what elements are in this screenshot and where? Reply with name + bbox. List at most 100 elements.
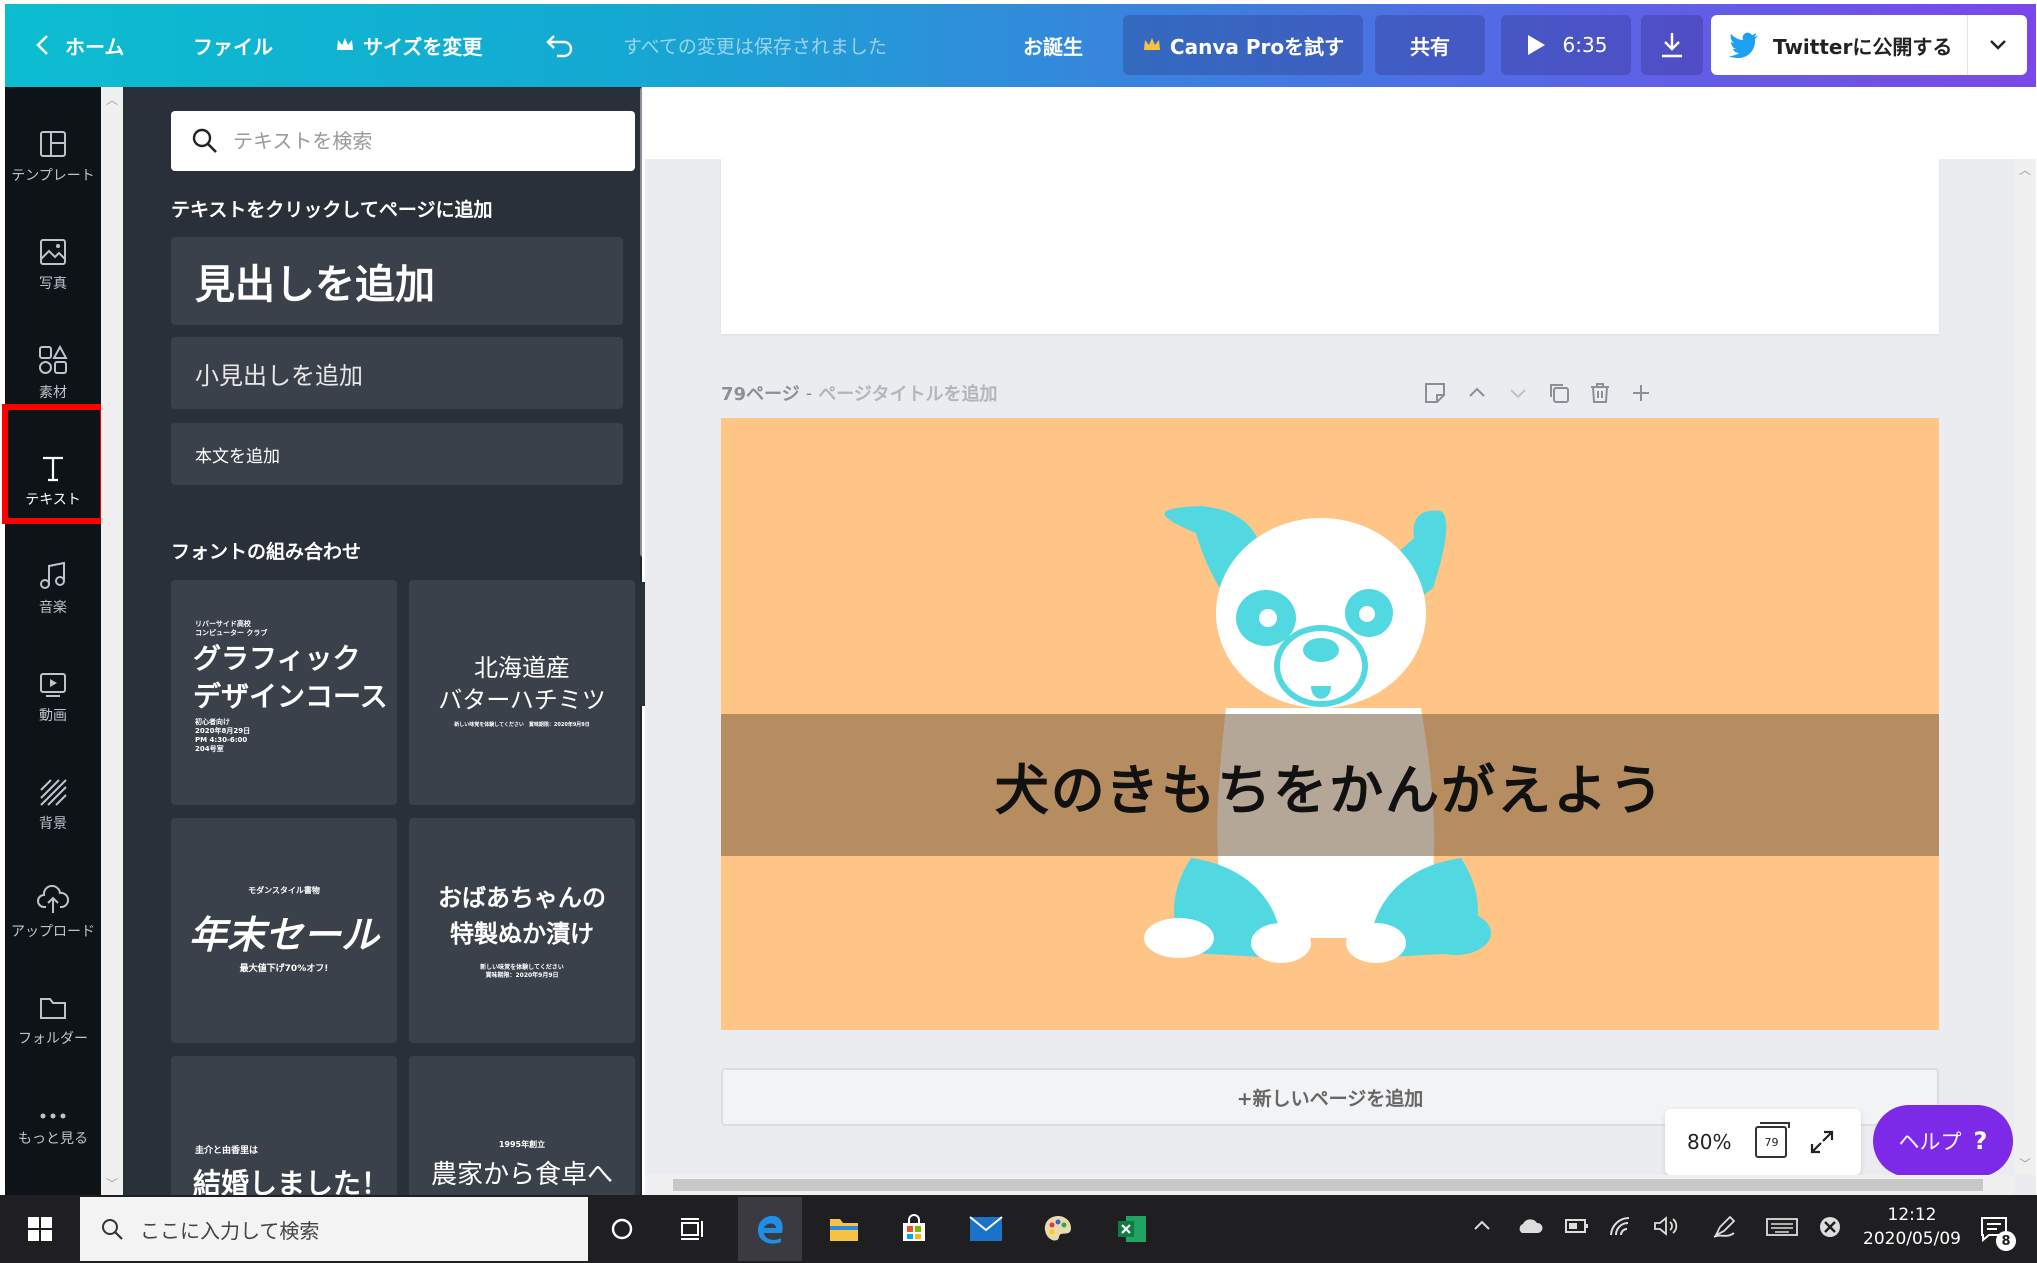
help-label: ヘルプ — [1898, 1130, 1962, 1154]
combo-main-text: 北海道産 バターハチミツ — [438, 654, 606, 714]
font-combo-graphic-design[interactable]: リバーサイド高校 コンピューター クラブ グラフィック デザインコース 初心者向… — [171, 580, 397, 805]
previous-page[interactable] — [721, 159, 1939, 334]
rail-scrollbar[interactable]: ︿ ﹀ — [101, 87, 123, 1195]
canvas-title-text[interactable]: 犬のきもちをかんがえよう — [721, 714, 1939, 856]
music-icon — [40, 561, 65, 589]
panel-scrollbar-thumb[interactable] — [640, 87, 642, 557]
add-body-text-button[interactable]: 本文を追加 — [171, 423, 623, 485]
rail-item-audio[interactable]: 音楽 — [5, 537, 101, 641]
rail-item-photos[interactable]: 写真 — [5, 213, 101, 317]
taskbar-excel[interactable] — [1108, 1205, 1156, 1253]
page-grid-icon[interactable]: 79 — [1755, 1122, 1791, 1158]
resize-label: サイズを変更 — [363, 34, 483, 59]
help-button[interactable]: ヘルプ ? — [1873, 1105, 2013, 1177]
chevron-up-icon[interactable] — [1465, 381, 1489, 405]
combo-main-text: 結婚しました！ — [193, 1167, 390, 1195]
rail-item-uploads[interactable]: アップロード — [5, 861, 101, 965]
undo-button[interactable] — [545, 15, 575, 75]
add-heading-button[interactable]: 見出しを追加 — [171, 237, 623, 325]
text-search-input[interactable] — [233, 129, 613, 153]
present-button[interactable]: 6:35 — [1501, 15, 1631, 75]
rail-item-more[interactable]: もっと見る — [5, 1077, 101, 1181]
try-pro-button[interactable]: Canva Proを試す — [1123, 15, 1363, 75]
download-button[interactable] — [1641, 15, 1703, 75]
font-combo-hokkaido-honey[interactable]: 北海道産 バターハチミツ 新しい味覚を体験してください 賞味期限：2020年9月… — [409, 580, 635, 805]
page-title-input[interactable]: ページタイトルを追加 — [818, 380, 997, 406]
play-time: 6:35 — [1562, 33, 1608, 57]
rail-label: 背景 — [39, 816, 67, 832]
share-button[interactable]: 共有 — [1375, 15, 1485, 75]
combo-small-text: 新しい味覚を体験してください 賞味期限：2020年9月9日 — [454, 722, 590, 728]
font-combo-year-end-sale[interactable]: モダンスタイル書物 年末セール 最大値下げ70%オフ! — [171, 818, 397, 1043]
play-icon — [1527, 35, 1545, 55]
search-icon — [192, 128, 217, 153]
design-name[interactable]: お誕生 — [1023, 15, 1083, 75]
combo-main-text: グラフィック デザインコース — [193, 642, 388, 713]
scroll-down-arrow-icon[interactable]: ﹀ — [106, 1175, 118, 1192]
scroll-up-arrow-icon[interactable]: ︿ — [106, 91, 118, 108]
volume-icon[interactable] — [1652, 1215, 1678, 1237]
font-combo-married[interactable]: 圭介と由香里は 結婚しました！ — [171, 1056, 397, 1195]
store-bag-icon — [903, 1214, 925, 1241]
cloud-upload-icon — [37, 885, 69, 913]
taskbar-search-box[interactable]: ここに入力して検索 — [80, 1197, 588, 1261]
home-button[interactable]: ホーム — [33, 15, 124, 75]
tray-chevron-up-icon[interactable] — [1472, 1217, 1492, 1233]
onedrive-cloud-icon[interactable] — [1516, 1217, 1544, 1235]
editor-canvas-area: 79ページ - ページタイトルを追加 犬のきもちをかんがえよう +新しいページを… — [645, 87, 2036, 1195]
rail-item-templates[interactable]: テンプレート — [5, 105, 101, 209]
rail-item-background[interactable]: 背景 — [5, 753, 101, 857]
battery-icon[interactable] — [1564, 1217, 1590, 1235]
font-combo-grandma-pickles[interactable]: おばあちゃんの 特製ぬか漬け 新しい味覚を体験してください 賞味期限：2020年… — [409, 818, 635, 1043]
editor-vertical-scrollbar[interactable]: ︿ ﹀ — [2014, 159, 2036, 1175]
shapes-icon — [39, 344, 68, 374]
note-icon[interactable] — [1423, 381, 1447, 405]
taskbar-paint[interactable] — [1034, 1205, 1082, 1253]
cortana-button[interactable] — [598, 1205, 646, 1253]
taskbar-edge[interactable] — [738, 1197, 802, 1261]
scroll-up-arrow-icon[interactable]: ︿ — [2019, 161, 2031, 178]
notification-center-button[interactable]: 8 — [1970, 1205, 2018, 1253]
keyboard-icon[interactable] — [1766, 1217, 1798, 1237]
rail-label: 動画 — [39, 708, 67, 724]
rail-item-video[interactable]: 動画 — [5, 645, 101, 749]
windows-start-button[interactable] — [16, 1205, 64, 1253]
system-clock[interactable]: 12:12 2020/05/09 — [1852, 1203, 1972, 1251]
add-page-icon[interactable] — [1629, 381, 1653, 405]
taskbar-mail[interactable] — [962, 1205, 1010, 1253]
add-subheading-button[interactable]: 小見出しを追加 — [171, 337, 623, 409]
question-icon: ? — [1973, 1127, 1988, 1155]
combo-small-text: 最大値下げ70%オフ! — [239, 964, 329, 974]
rail-label: 素材 — [39, 385, 67, 401]
combo-small-text: 1995年創立 — [498, 1140, 546, 1149]
resize-button[interactable]: サイズを変更 — [335, 15, 482, 75]
duplicate-page-icon[interactable] — [1547, 381, 1571, 405]
font-combo-farm-to-table[interactable]: 1995年創立 農家から食卓へ — [409, 1056, 635, 1195]
rail-item-folders[interactable]: フォルダー — [5, 969, 101, 1073]
taskbar-store[interactable] — [890, 1205, 938, 1253]
trash-icon[interactable] — [1588, 381, 1612, 405]
zoom-level[interactable]: 80% — [1687, 1130, 1731, 1154]
wifi-icon[interactable] — [1608, 1215, 1634, 1237]
folder-icon — [830, 1219, 858, 1241]
taskbar-explorer[interactable] — [820, 1205, 868, 1253]
task-view-button[interactable] — [668, 1205, 716, 1253]
fullscreen-icon[interactable] — [1809, 1129, 1835, 1155]
file-menu[interactable]: ファイル — [193, 15, 273, 75]
design-page[interactable]: 犬のきもちをかんがえよう — [721, 418, 1939, 1030]
background-icon — [40, 779, 67, 806]
text-tab-highlight — [2, 404, 106, 524]
horizontal-scrollbar-thumb[interactable] — [673, 1179, 1983, 1191]
chevron-down-icon[interactable] — [1506, 381, 1530, 405]
edge-icon — [758, 1215, 783, 1244]
publish-twitter-button[interactable]: Twitterに公開する — [1711, 15, 1967, 75]
rail-label: フォルダー — [18, 1031, 88, 1047]
publish-options-button[interactable] — [1967, 15, 2027, 75]
text-search-box[interactable] — [171, 111, 635, 171]
editor-horizontal-scrollbar[interactable] — [645, 1175, 2014, 1195]
scroll-down-arrow-icon[interactable]: ﹀ — [2019, 1155, 2031, 1172]
combo-small-text: 圭介と由香里は — [195, 1146, 259, 1156]
crown-icon — [1143, 38, 1160, 50]
ime-off-icon[interactable] — [1818, 1215, 1842, 1239]
pen-icon[interactable] — [1712, 1215, 1738, 1239]
